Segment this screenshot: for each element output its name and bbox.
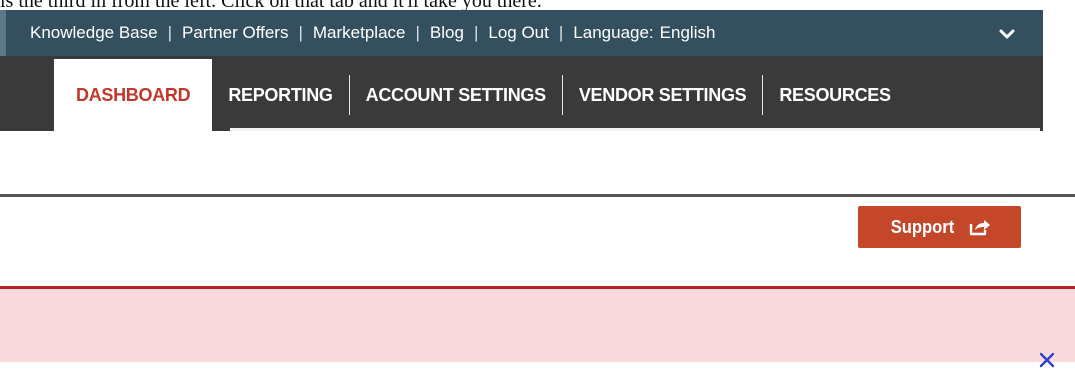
link-partner-offers[interactable]: Partner Offers <box>182 23 288 43</box>
support-label: Support <box>890 216 955 237</box>
tab-label: DASHBOARD <box>76 84 191 105</box>
language-label: Language: <box>573 23 654 42</box>
language-dropdown-toggle[interactable] <box>996 23 1018 45</box>
section-divider <box>0 194 1075 197</box>
link-log-out[interactable]: Log Out <box>488 23 549 43</box>
language-value[interactable]: English <box>660 23 716 43</box>
utility-links: Knowledge Base | Partner Offers | Market… <box>30 10 715 56</box>
support-button[interactable]: Support <box>858 206 1021 248</box>
nav-underline <box>230 128 1040 131</box>
link-blog[interactable]: Blog <box>430 23 464 43</box>
link-knowledge-base[interactable]: Knowledge Base <box>30 23 158 43</box>
main-nav: DASHBOARD REPORTING ACCOUNT SETTINGS VEN… <box>0 56 1043 131</box>
utility-bar: Knowledge Base | Partner Offers | Market… <box>0 10 1043 56</box>
link-marketplace[interactable]: Marketplace <box>313 23 406 43</box>
share-external-icon <box>969 220 990 236</box>
close-icon <box>1039 352 1055 368</box>
nav-tabs: DASHBOARD REPORTING ACCOUNT SETTINGS VEN… <box>54 59 907 131</box>
link-separator: | <box>167 23 173 42</box>
link-separator: | <box>298 23 303 42</box>
tab-dashboard[interactable]: DASHBOARD <box>54 59 213 131</box>
tab-resources[interactable]: RESOURCES <box>763 59 906 131</box>
link-separator: | <box>415 23 420 42</box>
tab-account-settings[interactable]: ACCOUNT SETTINGS <box>350 59 562 131</box>
link-separator: | <box>473 23 479 42</box>
link-separator: | <box>558 23 564 42</box>
chevron-down-icon <box>999 29 1015 38</box>
tab-label: RESOURCES <box>779 84 891 105</box>
utility-bar-edge <box>0 10 6 56</box>
tab-label: REPORTING <box>228 84 333 105</box>
tab-reporting[interactable]: REPORTING <box>212 59 348 131</box>
alert-banner <box>0 286 1075 368</box>
alert-close-button[interactable] <box>1038 351 1056 369</box>
tab-label: VENDOR SETTINGS <box>578 84 747 105</box>
tab-vendor-settings[interactable]: VENDOR SETTINGS <box>563 59 763 131</box>
tab-label: ACCOUNT SETTINGS <box>365 84 547 105</box>
